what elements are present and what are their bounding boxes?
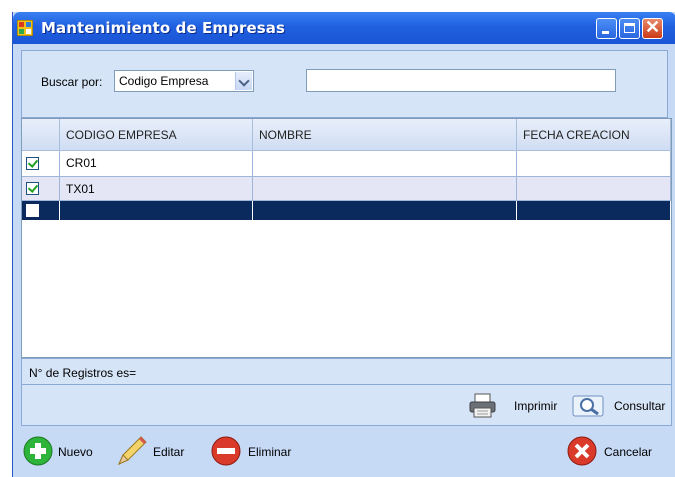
edit-button[interactable]: Editar — [115, 434, 195, 468]
table-row[interactable]: CR01 — [22, 151, 671, 177]
header-check-column[interactable] — [22, 119, 60, 151]
pencil-icon — [118, 436, 147, 465]
consult-label: Consultar — [614, 399, 666, 413]
title-bar[interactable]: Mantenimiento de Empresas ✕ — [13, 12, 675, 44]
row-check-cell[interactable] — [22, 201, 60, 221]
header-nombre-label: NOMBRE — [259, 128, 312, 142]
table-row[interactable]: TX01 — [22, 177, 671, 201]
new-button[interactable]: Nuevo — [23, 434, 103, 468]
action-bar: Imprimir Consultar — [21, 385, 672, 426]
search-input[interactable] — [306, 69, 616, 92]
row-checkbox[interactable] — [26, 182, 39, 195]
consult-button[interactable]: Consultar — [572, 393, 672, 419]
chevron-down-icon[interactable] — [235, 72, 252, 90]
header-codigo[interactable]: CODIGO EMPRESA — [60, 119, 253, 151]
print-label: Imprimir — [514, 399, 558, 413]
grid-header: CODIGO EMPRESA NOMBRE FECHA CREACION — [22, 119, 671, 151]
record-count-bar: N° de Registros es= — [21, 358, 672, 385]
close-icon: ✕ — [644, 17, 661, 37]
window-title: Mantenimiento de Empresas — [41, 19, 286, 37]
delete-button[interactable]: Eliminar — [211, 434, 307, 468]
row-check-cell[interactable] — [22, 151, 60, 177]
codigo-cell[interactable] — [60, 201, 253, 221]
delete-label: Eliminar — [248, 445, 292, 459]
search-field-select[interactable]: Codigo Empresa — [114, 70, 254, 92]
printer-icon — [469, 393, 496, 418]
nombre-cell[interactable] — [253, 177, 517, 201]
codigo-cell[interactable]: TX01 — [60, 177, 253, 201]
cancel-button[interactable]: Cancelar — [567, 434, 667, 468]
cancel-icon — [567, 436, 597, 466]
search-panel: Buscar por: Codigo Empresa — [21, 50, 668, 118]
header-fecha[interactable]: FECHA CREACION — [517, 119, 671, 151]
close-button[interactable]: ✕ — [642, 17, 663, 39]
table-row-selected[interactable] — [22, 201, 671, 221]
companies-grid: CODIGO EMPRESA NOMBRE FECHA CREACION CR0… — [21, 118, 672, 358]
nombre-cell[interactable] — [253, 151, 517, 177]
header-codigo-label: CODIGO EMPRESA — [66, 128, 177, 142]
row-check-cell[interactable] — [22, 177, 60, 201]
fecha-cell[interactable] — [517, 201, 671, 221]
app-icon — [17, 20, 33, 36]
minus-icon — [211, 436, 241, 466]
main-window: Mantenimiento de Empresas ✕ Buscar por: … — [12, 12, 675, 477]
fecha-cell[interactable] — [517, 151, 671, 177]
edit-label: Editar — [153, 445, 185, 459]
record-count-label: N° de Registros es= — [29, 366, 137, 380]
magnifier-icon — [572, 395, 604, 417]
codigo-value: CR01 — [66, 156, 97, 170]
row-checkbox[interactable] — [26, 157, 39, 170]
codigo-cell[interactable]: CR01 — [60, 151, 253, 177]
cancel-label: Cancelar — [604, 445, 653, 459]
header-nombre[interactable]: NOMBRE — [253, 119, 517, 151]
maximize-button[interactable] — [619, 18, 640, 39]
fecha-cell[interactable] — [517, 177, 671, 201]
minimize-button[interactable] — [596, 18, 617, 39]
nombre-cell[interactable] — [253, 201, 517, 221]
new-label: Nuevo — [58, 445, 93, 459]
print-button[interactable]: Imprimir — [468, 393, 564, 419]
plus-icon — [23, 436, 53, 466]
header-fecha-label: FECHA CREACION — [523, 128, 630, 142]
row-checkbox[interactable] — [26, 204, 39, 217]
codigo-value: TX01 — [66, 182, 95, 196]
search-by-label: Buscar por: — [41, 75, 103, 89]
bottom-toolbar: Nuevo Editar Eliminar Cancelar — [13, 427, 675, 477]
search-field-value: Codigo Empresa — [119, 74, 209, 88]
